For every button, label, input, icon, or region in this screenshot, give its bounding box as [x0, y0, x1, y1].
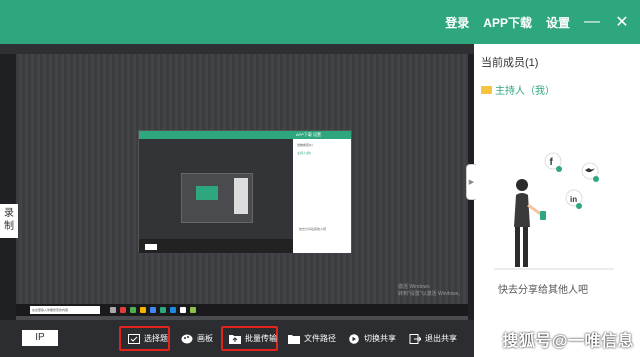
record-label: 录制	[4, 208, 14, 232]
ip-button[interactable]: IP	[22, 330, 58, 346]
taskbar-search: 在这里输入你要搜索的内容	[30, 306, 100, 314]
folder-upload-icon	[229, 334, 241, 344]
tool-file-path[interactable]: 文件路径	[288, 320, 336, 357]
windows-taskbar: 在这里输入你要搜索的内容	[16, 304, 468, 316]
minimize-button[interactable]: —	[584, 13, 600, 31]
tool-exit-share-label: 退出共享	[425, 334, 457, 343]
share-hint: 快去分享给其他人吧	[498, 285, 588, 296]
panel-collapse-handle[interactable]: ▶	[466, 164, 476, 200]
choice-icon	[128, 333, 140, 344]
taskbar-app-icon	[170, 307, 176, 313]
svg-text:in: in	[570, 195, 577, 204]
stage-top-edge	[0, 44, 474, 54]
tool-switch-share[interactable]: 切换共享	[348, 320, 396, 357]
host-entry: 主持人（我）	[481, 82, 555, 97]
tool-switch-share-label: 切换共享	[364, 334, 396, 343]
tool-batch-transfer[interactable]: 批量传输	[229, 320, 277, 357]
nested-ip-button	[145, 244, 157, 250]
folder-icon	[288, 334, 300, 344]
nested-title-links: APP下载 设置	[295, 132, 321, 137]
taskbar-app-icon	[110, 307, 116, 313]
title-actions: 登录 APP下载 设置 — ✕	[445, 0, 630, 44]
nested-title-bar: APP下载 设置	[139, 131, 351, 139]
nested-share-area	[139, 139, 294, 253]
member-panel: ▶ 当前成员(1) 主持人（我） f in 快去分享给其他人吧	[466, 44, 640, 357]
shared-desktop: APP下载 设置 当前成员(1) 主持人(我) 快去分享给其他人吧 激活 Win…	[16, 54, 468, 354]
nested-members-title: 当前成员(1)	[297, 143, 313, 147]
share-toolbar: IP 选择题 画板 批量传输 文件路径 切换共享 退出共享	[0, 320, 474, 357]
nested-toolbar	[139, 239, 294, 253]
tool-choice[interactable]: 选择题	[128, 320, 168, 357]
tool-batch-transfer-label: 批量传输	[245, 334, 277, 343]
nested-inner-panel	[234, 178, 248, 214]
tool-file-path-label: 文件路径	[304, 334, 336, 343]
taskbar-app-icon	[160, 307, 166, 313]
tool-palette-label: 画板	[197, 334, 213, 343]
nested-inner-window	[181, 173, 253, 223]
app-window: 登录 APP下载 设置 — ✕ APP下载 设置 当前成员(1) 主持人(我) …	[0, 0, 640, 357]
exit-icon	[409, 333, 422, 344]
taskbar-app-icon	[180, 307, 186, 313]
tool-palette[interactable]: 画板	[181, 320, 213, 357]
close-button[interactable]: ✕	[614, 12, 630, 32]
taskbar-app-icon	[130, 307, 136, 313]
play-icon	[348, 333, 360, 344]
host-label: 主持人（我）	[495, 86, 555, 97]
nested-host-label: 主持人(我)	[297, 151, 311, 155]
login-link[interactable]: 登录	[445, 14, 469, 31]
nested-inner-bar	[196, 186, 218, 200]
palette-icon	[181, 334, 193, 344]
source-watermark: 搜狐号@一唯信息	[502, 333, 634, 350]
monitor-icon	[481, 85, 492, 94]
title-bar: 登录 APP下载 设置 — ✕	[0, 0, 640, 44]
record-tab[interactable]: 录制	[0, 204, 18, 238]
taskbar-app-icon	[190, 307, 196, 313]
share-illustration: f in	[494, 152, 614, 270]
taskbar-app-icon	[150, 307, 156, 313]
taskbar-app-icon	[140, 307, 146, 313]
tool-exit-share[interactable]: 退出共享	[409, 320, 457, 357]
nested-share-text: 快去分享给其他人吧	[299, 227, 327, 231]
app-download-link[interactable]: APP下载	[483, 14, 532, 31]
settings-link[interactable]: 设置	[546, 14, 570, 31]
taskbar-app-icon	[120, 307, 126, 313]
windows-activation-watermark: 激活 Windows 转到"设置"以激活 Windows。	[398, 284, 464, 297]
members-title: 当前成员(1)	[481, 57, 539, 69]
nested-member-panel: 当前成员(1) 主持人(我) 快去分享给其他人吧	[293, 139, 351, 253]
tool-choice-label: 选择题	[144, 334, 168, 343]
screen-share-view: APP下载 设置 当前成员(1) 主持人(我) 快去分享给其他人吧 激活 Win…	[0, 44, 474, 354]
nested-app-window: APP下载 设置 当前成员(1) 主持人(我) 快去分享给其他人吧	[138, 130, 352, 253]
